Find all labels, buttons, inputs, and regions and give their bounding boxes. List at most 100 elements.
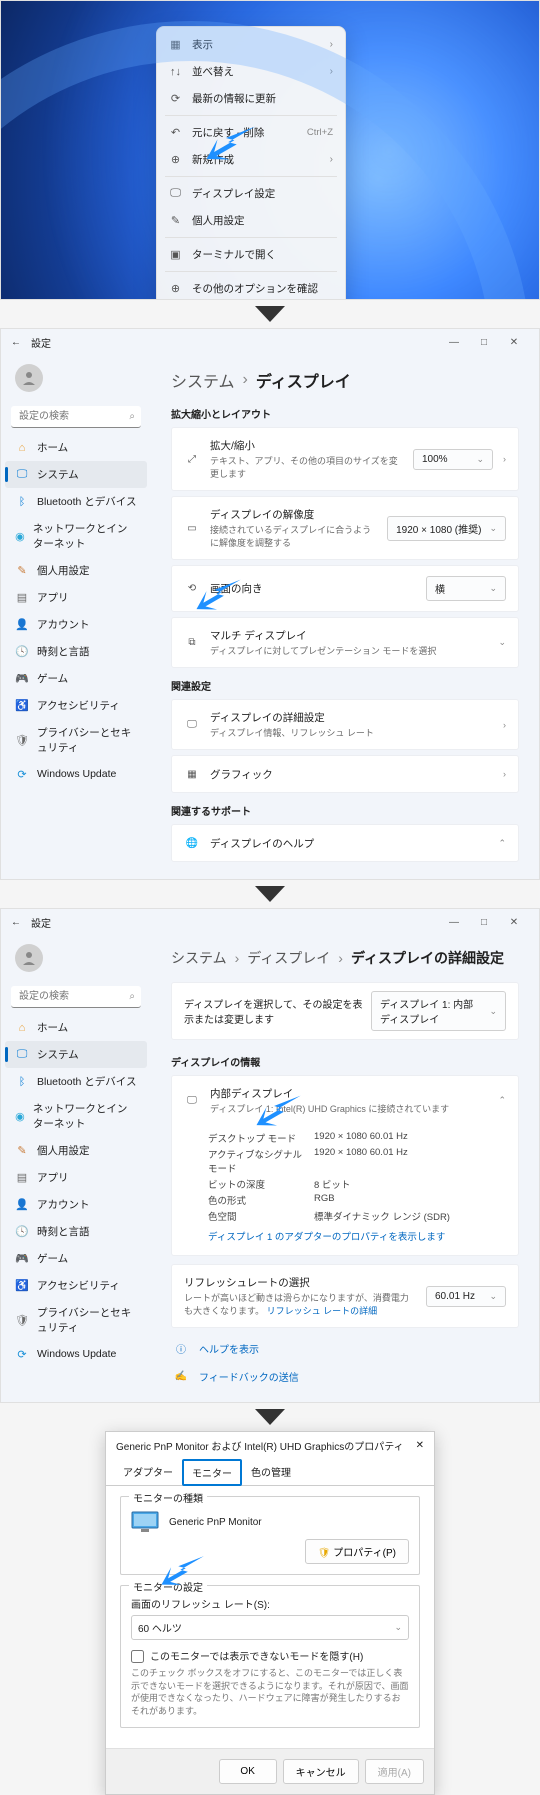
resolution-dropdown[interactable]: 1920 × 1080 (推奨)⌄	[387, 516, 506, 541]
nav-bluetooth[interactable]: ᛒBluetooth とデバイス	[5, 488, 147, 515]
adapter-properties-link[interactable]: ディスプレイ 1 のアダプターのプロパティを表示します	[208, 1229, 482, 1243]
nav-time[interactable]: 🕓時刻と言語	[5, 1218, 147, 1245]
nav-accounts[interactable]: 👤アカウント	[5, 611, 147, 638]
crumb-system[interactable]: システム	[171, 948, 227, 968]
nav-network[interactable]: ◉ネットワークとインターネット	[5, 1095, 147, 1137]
nav-personalize[interactable]: ✎個人用設定	[5, 557, 147, 584]
nav-privacy[interactable]: 🛡プライバシーとセキュリティ	[5, 719, 147, 761]
content-area: システム›ディスプレイ›ディスプレイの詳細設定 ディスプレイを選択して、その設定…	[151, 936, 539, 1402]
minimize-button[interactable]: —	[439, 337, 469, 348]
crumb-system[interactable]: システム	[171, 368, 235, 392]
undo-icon: ↶	[169, 126, 182, 139]
refresh-rate-select[interactable]: 60 ヘルツ⌄	[131, 1615, 409, 1640]
row-refresh-rate[interactable]: リフレッシュレートの選択レートが高いほど動きは滑らかになりますが、消費電力も大き…	[172, 1265, 518, 1327]
nav-network[interactable]: ◉ネットワークとインターネット	[5, 515, 147, 557]
chevron-right-icon: ›	[503, 769, 506, 779]
row-scale[interactable]: ⤢拡大/縮小テキスト、アプリ、その他の項目のサイズを変更します100%⌄›	[172, 428, 518, 490]
section-related: 関連設定	[171, 678, 519, 693]
apps-icon: ▤	[15, 591, 29, 605]
search-box[interactable]: ⌕	[11, 986, 141, 1008]
person-icon: 👤	[15, 618, 29, 632]
tab-monitor[interactable]: モニター	[182, 1459, 242, 1486]
orientation-dropdown[interactable]: 横⌄	[426, 576, 506, 601]
feedback-link[interactable]: ✍フィードバックの送信	[171, 1362, 519, 1390]
crumb-display[interactable]: ディスプレイ	[247, 948, 330, 968]
game-icon: 🎮	[15, 1252, 29, 1266]
ctx-sort[interactable]: ↑↓並べ替え›	[157, 58, 345, 85]
search-box[interactable]: ⌕	[11, 406, 141, 428]
nav-bluetooth[interactable]: ᛒBluetooth とデバイス	[5, 1068, 147, 1095]
more-icon: ⊕	[169, 282, 182, 295]
nav-accessibility[interactable]: ♿アクセシビリティ	[5, 692, 147, 719]
back-button[interactable]: ←	[11, 917, 21, 928]
nav-system[interactable]: 🖵システム	[5, 1041, 147, 1068]
breadcrumb: システム›ディスプレイ›ディスプレイの詳細設定	[171, 948, 519, 968]
nav-privacy[interactable]: 🛡プライバシーとセキュリティ	[5, 1299, 147, 1341]
ctx-display-settings[interactable]: 🖵ディスプレイ設定	[157, 180, 345, 207]
refresh-rate-dropdown[interactable]: 60.01 Hz⌄	[426, 1286, 506, 1307]
chevron-right-icon[interactable]: ›	[503, 454, 506, 464]
minimize-button[interactable]: —	[439, 917, 469, 928]
nav-accessibility[interactable]: ♿アクセシビリティ	[5, 1272, 147, 1299]
accessibility-icon: ♿	[15, 1279, 29, 1293]
refresh-icon: ⟳	[169, 92, 182, 105]
row-resolution[interactable]: ▭ディスプレイの解像度接続されているディスプレイに合うように解像度を調整する19…	[172, 497, 518, 559]
user-avatar[interactable]	[5, 936, 147, 980]
row-graphics[interactable]: ▦グラフィック›	[172, 756, 518, 792]
guide-arrow-icon	[256, 1086, 306, 1136]
nav-system[interactable]: 🖵システム	[5, 461, 147, 488]
info-header[interactable]: 🖵内部ディスプレイディスプレイ 1: Intel(R) UHD Graphics…	[172, 1076, 518, 1125]
cancel-button[interactable]: キャンセル	[283, 1759, 359, 1784]
scale-dropdown[interactable]: 100%⌄	[413, 449, 493, 470]
wifi-icon: ◉	[15, 529, 25, 543]
search-input[interactable]	[11, 986, 141, 1008]
crumb-display: ディスプレイ	[256, 368, 351, 392]
user-avatar[interactable]	[5, 356, 147, 400]
properties-button[interactable]: 🛡 プロパティ(P)	[305, 1539, 409, 1564]
system-icon: 🖵	[15, 1048, 29, 1062]
tab-color[interactable]: 色の管理	[242, 1459, 300, 1486]
hide-modes-checkbox[interactable]	[131, 1650, 144, 1663]
maximize-button[interactable]: □	[469, 337, 499, 348]
ctx-personalize[interactable]: ✎個人用設定	[157, 207, 345, 234]
row-help[interactable]: 🌐ディスプレイのヘルプ⌃	[172, 825, 518, 861]
graphics-icon: ▦	[184, 766, 200, 782]
ctx-view[interactable]: ▦表示›	[157, 31, 345, 58]
close-button[interactable]: ✕	[499, 917, 529, 928]
resolution-icon: ▭	[184, 520, 200, 536]
nav-gaming[interactable]: 🎮ゲーム	[5, 1245, 147, 1272]
nav-update[interactable]: ⟳Windows Update	[5, 1341, 147, 1367]
nav-apps[interactable]: ▤アプリ	[5, 1164, 147, 1191]
nav-gaming[interactable]: 🎮ゲーム	[5, 665, 147, 692]
nav-time[interactable]: 🕓時刻と言語	[5, 638, 147, 665]
nav-update[interactable]: ⟳Windows Update	[5, 761, 147, 787]
info-body: デスクトップ モード1920 × 1080 60.01 Hz アクティブなシグナ…	[172, 1125, 518, 1255]
ok-button[interactable]: OK	[219, 1759, 277, 1784]
system-icon: 🖵	[15, 468, 29, 482]
nav-accounts[interactable]: 👤アカウント	[5, 1191, 147, 1218]
help-link[interactable]: ⓘヘルプを表示	[171, 1334, 519, 1362]
row-advanced-display[interactable]: 🖵ディスプレイの詳細設定ディスプレイ情報、リフレッシュ レート›	[172, 700, 518, 749]
titlebar: ← 設定 — □ ✕	[1, 329, 539, 356]
maximize-button[interactable]: □	[469, 917, 499, 928]
refresh-rate-info-link[interactable]: リフレッシュ レートの詳細	[267, 1306, 378, 1316]
brush-icon: ✎	[15, 564, 29, 578]
ctx-more-options[interactable]: ⊕その他のオプションを確認	[157, 275, 345, 300]
row-multidisplay[interactable]: ⧉マルチ ディスプレイディスプレイに対してプレゼンテーション モードを選択⌄	[172, 618, 518, 667]
back-button[interactable]: ←	[11, 337, 21, 348]
dialog-titlebar: Generic PnP Monitor および Intel(R) UHD Gra…	[106, 1432, 434, 1459]
nav-home[interactable]: ⌂ホーム	[5, 434, 147, 461]
ctx-refresh[interactable]: ⟳最新の情報に更新	[157, 85, 345, 112]
tab-adapter[interactable]: アダプター	[114, 1459, 182, 1486]
chevron-right-icon: ›	[330, 66, 333, 77]
close-button[interactable]: ✕	[416, 1440, 424, 1451]
select-display-note: ディスプレイを選択して、その設定を表示または変更します	[184, 996, 371, 1026]
nav-apps[interactable]: ▤アプリ	[5, 584, 147, 611]
nav-home[interactable]: ⌂ホーム	[5, 1014, 147, 1041]
nav-personalize[interactable]: ✎個人用設定	[5, 1137, 147, 1164]
close-button[interactable]: ✕	[499, 337, 529, 348]
apply-button[interactable]: 適用(A)	[365, 1759, 424, 1784]
ctx-terminal[interactable]: ▣ターミナルで開く	[157, 241, 345, 268]
display-selector[interactable]: ディスプレイ 1: 内部ディスプレイ⌄	[371, 991, 506, 1031]
search-input[interactable]	[11, 406, 141, 428]
